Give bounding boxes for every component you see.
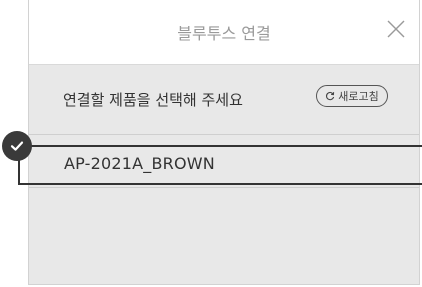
refresh-label: 새로고침 (338, 90, 379, 103)
dialog-title: 블루투스 연결 (177, 24, 271, 43)
device-list-item[interactable]: AP-2021A_BROWN (18, 145, 422, 185)
close-icon (387, 20, 405, 38)
instruction-row: 연결할 제품을 선택해 주세요 새로고침 (29, 65, 419, 135)
close-button[interactable] (385, 18, 407, 40)
refresh-icon (326, 91, 335, 101)
device-name: AP-2021A_BROWN (64, 154, 215, 173)
selected-check-icon (2, 131, 32, 161)
list-divider (29, 187, 419, 188)
instruction-text: 연결할 제품을 선택해 주세요 (63, 91, 243, 109)
refresh-button[interactable]: 새로고침 (316, 85, 388, 107)
bluetooth-dialog: 블루투스 연결 연결할 제품을 선택해 주세요 새로고침 (28, 0, 420, 285)
dialog-header: 블루투스 연결 (29, 0, 419, 65)
